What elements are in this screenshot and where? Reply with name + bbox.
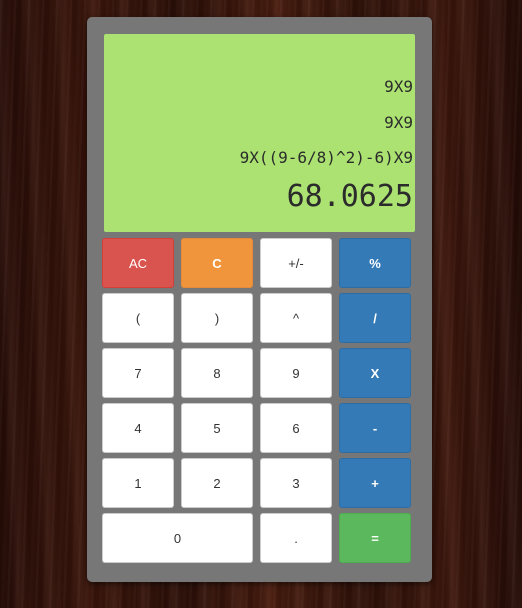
- multiply-button[interactable]: X: [339, 348, 411, 398]
- divide-button[interactable]: /: [339, 293, 411, 343]
- decimal-button[interactable]: .: [260, 513, 332, 563]
- digit-4-button[interactable]: 4: [102, 403, 174, 453]
- history-line: 9X9: [384, 77, 413, 96]
- display-screen: 9X9 9X9 9X((9-6/8)^2)-6)X9 68.0625: [104, 34, 415, 232]
- digit-2-button[interactable]: 2: [181, 458, 253, 508]
- digit-7-button[interactable]: 7: [102, 348, 174, 398]
- open-paren-button[interactable]: (: [102, 293, 174, 343]
- digit-6-button[interactable]: 6: [260, 403, 332, 453]
- plus-minus-button[interactable]: +/-: [260, 238, 332, 288]
- digit-8-button[interactable]: 8: [181, 348, 253, 398]
- plus-button[interactable]: +: [339, 458, 411, 508]
- digit-0-button[interactable]: 0: [102, 513, 253, 563]
- percent-button[interactable]: %: [339, 238, 411, 288]
- close-paren-button[interactable]: ): [181, 293, 253, 343]
- minus-button[interactable]: -: [339, 403, 411, 453]
- power-button[interactable]: ^: [260, 293, 332, 343]
- digit-5-button[interactable]: 5: [181, 403, 253, 453]
- digit-9-button[interactable]: 9: [260, 348, 332, 398]
- calculator: 9X9 9X9 9X((9-6/8)^2)-6)X9 68.0625 AC C …: [87, 17, 432, 582]
- digit-3-button[interactable]: 3: [260, 458, 332, 508]
- result-value: 68.0625: [286, 179, 413, 214]
- equals-button[interactable]: =: [339, 513, 411, 563]
- digit-1-button[interactable]: 1: [102, 458, 174, 508]
- history-line: 9X((9-6/8)^2)-6)X9: [239, 148, 413, 167]
- clear-button[interactable]: C: [181, 238, 253, 288]
- history-line: 9X9: [384, 113, 413, 132]
- all-clear-button[interactable]: AC: [102, 238, 174, 288]
